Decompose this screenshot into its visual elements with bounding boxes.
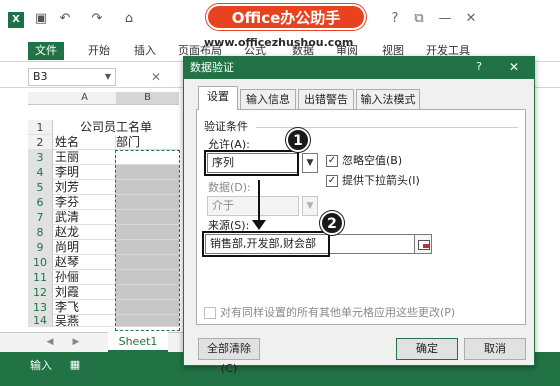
name-cell[interactable]: 王丽	[53, 150, 116, 165]
row-header[interactable]: 7	[28, 210, 53, 225]
tab-file[interactable]: 文件	[28, 42, 64, 60]
ribbon-display-icon[interactable]: ⧉	[410, 10, 428, 28]
tab-ime-mode[interactable]: 输入法模式	[356, 89, 420, 109]
name-cell[interactable]: 武清	[53, 210, 116, 225]
name-cell[interactable]: 尚明	[53, 240, 116, 255]
name-cell[interactable]: 吴燕	[53, 315, 116, 327]
watermark-url: www.officezhushou.com	[204, 36, 354, 49]
ok-button[interactable]: 确定	[396, 338, 458, 360]
name-cell[interactable]: 赵龙	[53, 225, 116, 240]
tab-insert[interactable]: 插入	[134, 42, 156, 60]
data-select: 介于	[207, 196, 299, 216]
ignore-blank-label: 忽略空值(B)	[342, 154, 403, 167]
row-header[interactable]: 4	[28, 165, 53, 180]
row-header[interactable]: 13	[28, 300, 53, 315]
watermark-logo: Office办公助手	[206, 4, 366, 30]
cancel-icon[interactable]: ✕	[148, 68, 164, 86]
dialog-title: 数据验证	[190, 61, 234, 74]
row-header[interactable]: 9	[28, 240, 53, 255]
name-cell[interactable]: 李明	[53, 165, 116, 180]
tab-input-message[interactable]: 输入信息	[240, 89, 296, 109]
sheet-tab-sheet1[interactable]: Sheet1	[108, 332, 168, 352]
selection-range	[115, 150, 180, 331]
row-header[interactable]: 3	[28, 150, 53, 165]
row-header[interactable]: 12	[28, 285, 53, 300]
tab-home[interactable]: 开始	[88, 42, 110, 60]
sheet-title-cell[interactable]: 公司员工名单	[53, 120, 179, 135]
redo-icon[interactable]: ↷	[88, 10, 106, 28]
ignore-blank-checkbox[interactable]: ✓	[326, 155, 338, 167]
tab-error-alert[interactable]: 出错警告	[298, 89, 354, 109]
range-select-icon[interactable]	[414, 234, 432, 254]
validation-criteria-label: 验证条件	[204, 120, 248, 133]
status-mode: 输入	[30, 359, 52, 372]
column-header-a[interactable]: A	[53, 92, 116, 105]
dialog-close-icon[interactable]: ✕	[494, 57, 534, 77]
undo-icon[interactable]: ↶	[56, 10, 74, 28]
row-header[interactable]: 2	[28, 135, 53, 150]
row-header[interactable]: 14	[28, 315, 53, 327]
help-icon[interactable]: ?	[386, 10, 404, 28]
row-header[interactable]: 5	[28, 180, 53, 195]
name-cell[interactable]: 孙俪	[53, 270, 116, 285]
flow-arrow-shaft	[258, 180, 260, 224]
name-cell[interactable]: 刘霞	[53, 285, 116, 300]
close-icon[interactable]: ✕	[462, 10, 480, 28]
name-cell[interactable]: 赵琴	[53, 255, 116, 270]
cancel-button[interactable]: 取消	[464, 338, 526, 360]
next-sheet-icon[interactable]: ▶	[70, 336, 82, 348]
data-label: 数据(D):	[208, 181, 251, 194]
cell-b2[interactable]: 部门	[116, 135, 179, 150]
dropdown-arrow-label: 提供下拉箭头(I)	[342, 174, 420, 187]
row-header[interactable]: 6	[28, 195, 53, 210]
prev-sheet-icon[interactable]: ◀	[44, 336, 56, 348]
quick-access-icon[interactable]: ⌂	[120, 10, 138, 28]
dialog-help-icon[interactable]: ?	[470, 58, 488, 76]
highlight-allow	[204, 150, 299, 176]
name-cell[interactable]: 刘芳	[53, 180, 116, 195]
apply-all-label: 对有同样设置的所有其他单元格应用这些更改(P)	[220, 306, 456, 319]
dropdown-arrow-checkbox[interactable]: ✓	[326, 175, 338, 187]
step-marker-1: 1	[286, 128, 310, 152]
select-all-corner[interactable]	[28, 92, 53, 105]
name-cell[interactable]: 李飞	[53, 300, 116, 315]
clear-all-button[interactable]: 全部清除(C)	[198, 338, 260, 375]
cell-a2[interactable]: 姓名	[53, 135, 116, 150]
apply-all-checkbox[interactable]	[204, 307, 216, 319]
highlight-source	[202, 231, 330, 257]
save-icon[interactable]: ▣	[32, 10, 50, 28]
chevron-down-icon[interactable]: ▼	[100, 68, 116, 86]
macro-record-icon[interactable]: ▦	[68, 358, 82, 372]
row-header[interactable]: 11	[28, 270, 53, 285]
allow-dropdown-icon[interactable]: ▼	[302, 153, 318, 173]
tab-settings[interactable]: 设置	[198, 86, 238, 110]
excel-logo-icon: X	[8, 12, 24, 28]
minimize-icon[interactable]: —	[436, 10, 454, 28]
row-header[interactable]: 1	[28, 120, 53, 135]
row-header[interactable]: 10	[28, 255, 53, 270]
flow-arrow-head	[252, 220, 266, 230]
row-header[interactable]: 8	[28, 225, 53, 240]
column-header-b[interactable]: B	[116, 92, 179, 105]
data-dropdown-icon: ▼	[302, 196, 318, 216]
step-marker-2: 2	[320, 211, 344, 235]
name-cell[interactable]: 李芬	[53, 195, 116, 210]
